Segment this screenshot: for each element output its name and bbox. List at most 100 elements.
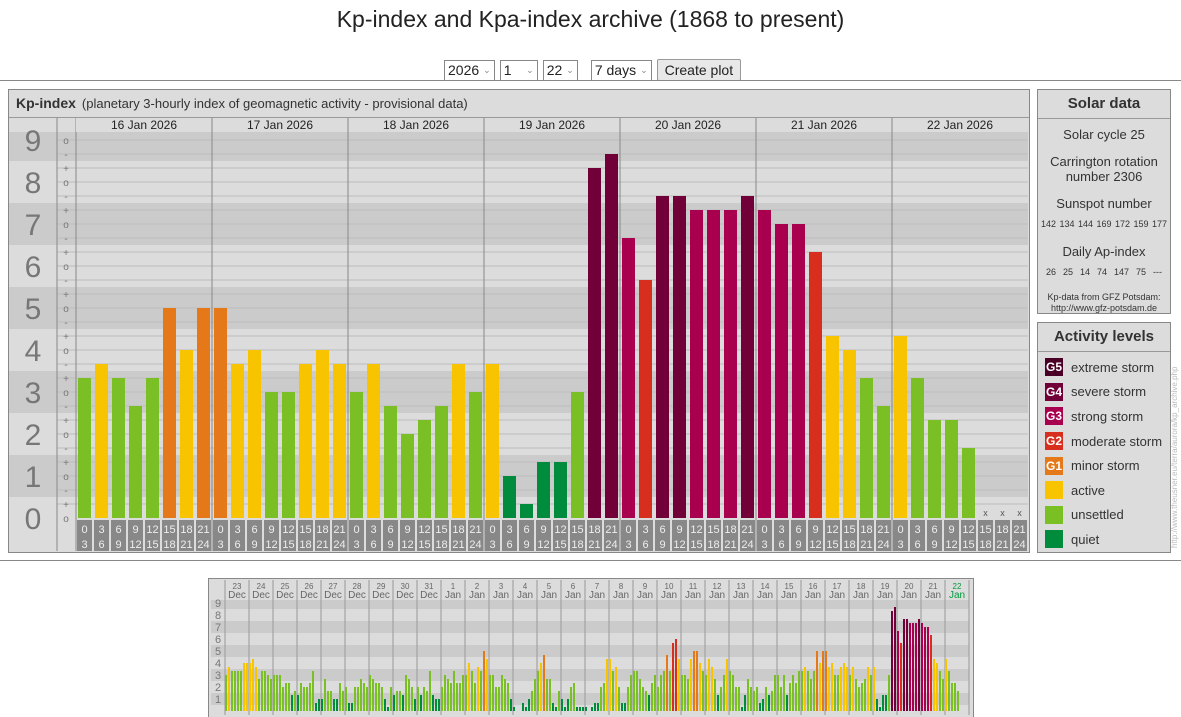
chevron-down-icon: ⌄: [526, 64, 534, 75]
y-subtick-label: -: [64, 192, 67, 203]
mini-month-label: Jan: [949, 590, 965, 601]
mini-kp-bar: [564, 707, 566, 711]
mini-kp-bar: [459, 683, 461, 711]
mini-kp-bar: [444, 675, 446, 711]
kp-bar: [452, 364, 465, 518]
month-select[interactable]: 1 ⌄: [499, 59, 538, 81]
mini-kp-bar: [873, 667, 875, 711]
kp-bar: [554, 462, 567, 518]
mini-kp-bar: [393, 695, 395, 711]
year-select[interactable]: 2026 ⌄: [444, 59, 495, 81]
mini-kp-bar: [843, 663, 845, 711]
hour-end-label: 6: [234, 539, 240, 551]
mini-kp-bar: [315, 703, 317, 711]
kp-bar: [129, 406, 142, 518]
hour-start-label: 9: [676, 524, 682, 536]
legend-swatch: [1045, 481, 1063, 500]
range-select[interactable]: 7 days ⌄: [590, 59, 652, 81]
legend-label: extreme storm: [1071, 359, 1155, 375]
mini-kp-bar: [933, 659, 935, 711]
missing-marker: x: [1017, 508, 1022, 518]
y-subtick-label: o: [63, 178, 69, 189]
hour-end-label: 24: [877, 539, 889, 551]
hour-end-label: 21: [452, 539, 464, 551]
mini-kp-bar: [687, 679, 689, 711]
kp-bar: [146, 378, 159, 518]
kp-bar: [690, 210, 703, 518]
mini-month-label: Jan: [757, 590, 773, 601]
mini-kp-bar: [921, 623, 923, 711]
mini-kp-bar: [273, 675, 275, 711]
hour-end-label: 12: [945, 539, 957, 551]
mini-kp-bar: [726, 659, 728, 711]
y-tick-label: 0: [25, 503, 42, 536]
mini-kp-bar: [300, 683, 302, 711]
hour-start-label: 0: [897, 524, 903, 536]
hour-start-label: 9: [268, 524, 274, 536]
mini-kp-bar: [414, 699, 416, 711]
mini-kp-bar: [798, 671, 800, 711]
mini-kp-bar: [774, 675, 776, 711]
kp-30-day-overview-chart[interactable]: 12345678923Dec24Dec25Dec26Dec27Dec28Dec2…: [208, 578, 974, 717]
mini-kp-bar: [324, 679, 326, 711]
mini-kp-bar: [429, 671, 431, 711]
mini-kp-bar: [807, 671, 809, 711]
kp-bar: [571, 392, 584, 518]
mini-kp-bar: [600, 687, 602, 711]
y-subtick-label: -: [64, 150, 67, 161]
y-subtick-label: +: [63, 206, 69, 217]
kp-bar: [282, 392, 295, 518]
hour-end-label: 18: [979, 539, 991, 551]
mini-kp-bar: [651, 683, 653, 711]
legend-swatch: G2: [1045, 432, 1063, 451]
mini-kp-bar: [375, 683, 377, 711]
mini-kp-bar: [240, 671, 242, 711]
hour-end-label: 18: [299, 539, 311, 551]
kp-bar: [911, 378, 924, 518]
hour-start-label: 6: [931, 524, 937, 536]
hour-end-label: 3: [81, 539, 87, 551]
kp-bar: [639, 280, 652, 518]
day-select[interactable]: 22 ⌄: [542, 59, 578, 81]
legend-item-extreme-storm: G5 extreme storm: [1038, 355, 1170, 380]
mini-month-label: Jan: [805, 590, 821, 601]
activity-levels-panel: Activity levels G5 extreme storm G4 severe …: [1037, 322, 1171, 553]
kp-bar: [316, 350, 329, 518]
day-label: 20 Jan 2026: [655, 118, 721, 132]
kp-bar: [248, 350, 261, 518]
mini-kp-bar: [852, 667, 854, 711]
mini-month-label: Dec: [324, 590, 342, 601]
mini-kp-bar: [837, 675, 839, 711]
hour-start-label: 3: [506, 524, 512, 536]
mini-kp-bar: [489, 675, 491, 711]
hour-start-label: 21: [469, 524, 481, 536]
mini-kp-bar: [354, 687, 356, 711]
mini-kp-bar: [645, 691, 647, 711]
kp-bar: [962, 448, 975, 518]
y-tick-label: 1: [25, 461, 42, 494]
legend-swatch: [1045, 505, 1063, 524]
mini-kp-bar: [249, 663, 251, 711]
mini-kp-bar: [288, 683, 290, 711]
kp-bar: [299, 364, 312, 518]
legend-label: minor storm: [1071, 458, 1140, 474]
hour-start-label: 9: [404, 524, 410, 536]
hour-end-label: 15: [690, 539, 702, 551]
mini-kp-bar: [786, 695, 788, 711]
solar-data-title: Solar data: [1038, 90, 1170, 119]
mini-kp-bar: [639, 679, 641, 711]
legend-item-quiet: quiet: [1038, 527, 1170, 552]
source-line-1: Kp-data from GFZ Potsdam:: [1047, 292, 1161, 302]
kp-bar: [605, 154, 618, 518]
kp-bar-chart: 0 o +1 - o +2 - o +3 - o +4 - o +5 - o +6 - o +7 - o +8 - o +9 - o 16…: [9, 118, 1028, 551]
hour-end-label: 15: [282, 539, 294, 551]
mini-kp-bar: [849, 675, 851, 711]
hour-end-label: 18: [163, 539, 175, 551]
mini-kp-bar: [720, 687, 722, 711]
source-link[interactable]: http://www.gfz-potsdam.de: [1038, 303, 1170, 314]
create-plot-button[interactable]: Create plot: [656, 59, 742, 81]
ap-label: Daily Ap-index: [1062, 244, 1146, 259]
mini-kp-bar: [666, 655, 668, 711]
hour-start-label: 0: [217, 524, 223, 536]
y-subtick-label: o: [63, 388, 69, 399]
